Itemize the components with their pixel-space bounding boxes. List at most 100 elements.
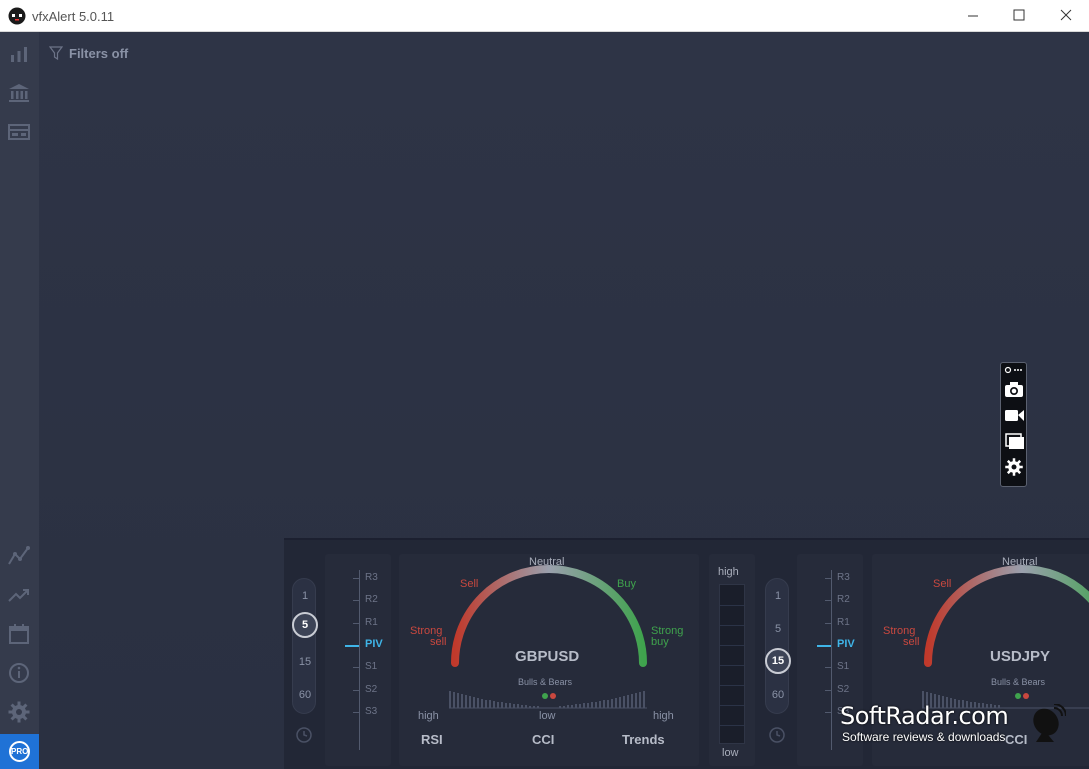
clock-icon[interactable] (295, 726, 313, 744)
volume-low-label: low (722, 747, 739, 759)
calendar-icon[interactable] (7, 622, 31, 646)
pivot-axis (359, 570, 360, 750)
pro-button[interactable]: PRO (0, 734, 39, 769)
filters-toggle[interactable]: Filters off (49, 44, 128, 62)
strong-buy-label-2: buy (651, 636, 669, 648)
timeframe-option[interactable]: 1 (293, 590, 317, 602)
pivot-levels-panel: R3 R2 R1 PIV S1 S2 S3 (325, 554, 391, 766)
timeframe-selected[interactable]: 5 (292, 612, 318, 638)
pivot-level-r1: R1 (365, 617, 378, 628)
clock-icon[interactable] (768, 726, 786, 744)
bull-marker (542, 693, 548, 699)
rsi-label: RSI (421, 732, 443, 747)
satellite-dish-icon (1033, 704, 1066, 742)
strong-sell-label-2: sell (430, 636, 447, 648)
title-bar: vfxAlert 5.0.11 (0, 0, 1089, 32)
cci-low-label: low (539, 710, 556, 722)
watermark: SoftRadar.com Software reviews & downloa… (840, 702, 1070, 748)
app-body: PRO Filters off 1 5 15 60 R3 R2 R1 PIV S… (0, 32, 1089, 769)
pivot-level-r3: R3 (365, 572, 378, 583)
gear-icon[interactable] (7, 700, 31, 724)
timeframe-option[interactable]: 60 (293, 689, 317, 701)
pivot-current-marker (817, 645, 831, 647)
bulls-bears-label: Bulls & Bears (518, 677, 573, 687)
bank-icon[interactable] (7, 81, 31, 105)
windows-icon[interactable] (1003, 431, 1025, 451)
gauge-panel-gbpusd[interactable]: Neutral Sell Buy Strong sell Strong buy … (399, 554, 699, 766)
pivot-level-r1: R1 (837, 617, 850, 628)
main-area: Filters off 1 5 15 60 R3 R2 R1 PIV S1 S2… (39, 32, 1089, 769)
volume-grid (720, 705, 744, 706)
maximize-button[interactable] (996, 0, 1042, 32)
pivot-level-r2: R2 (837, 594, 850, 605)
sell-label: Sell (460, 578, 479, 590)
pivot-level-r2: R2 (365, 594, 378, 605)
timeframe-option[interactable]: 5 (766, 623, 790, 635)
pro-badge: PRO (9, 741, 30, 762)
pivot-tick (353, 600, 359, 601)
timeframe-selected[interactable]: 15 (765, 648, 791, 674)
pivot-tick (825, 667, 831, 668)
pivot-tick (825, 712, 831, 713)
bar-chart-icon[interactable] (7, 42, 31, 66)
app-logo-icon (8, 7, 26, 25)
pivot-level-r3: R3 (837, 572, 850, 583)
pivot-tick (825, 690, 831, 691)
trends-label: Trends (622, 732, 665, 747)
buy-label: Buy (617, 578, 636, 590)
volume-grid (720, 605, 744, 606)
video-icon[interactable] (1003, 405, 1025, 425)
bear-marker (550, 693, 556, 699)
neutral-label: Neutral (1002, 556, 1038, 568)
pivot-tick (353, 667, 359, 668)
link-icon[interactable] (1004, 366, 1024, 374)
volume-panel: high low (709, 554, 755, 766)
minimize-icon (968, 15, 978, 17)
pivot-tick (825, 623, 831, 624)
timeframe-option[interactable]: 15 (293, 656, 317, 668)
pivot-level-piv: PIV (365, 638, 383, 650)
pivot-level-piv: PIV (837, 638, 855, 650)
rsi-high-label: high (418, 710, 439, 722)
close-icon (1060, 9, 1072, 21)
timeframe-slider[interactable]: 1 5 15 60 (292, 578, 318, 714)
trend-icon[interactable] (7, 583, 31, 607)
pivot-tick (825, 578, 831, 579)
close-button[interactable] (1043, 0, 1089, 32)
timeframe-option[interactable]: 60 (766, 689, 790, 701)
filters-label: Filters off (69, 45, 129, 61)
minimize-button[interactable] (950, 0, 996, 32)
pivot-tick (353, 690, 359, 691)
cci-label: CCI (532, 732, 555, 747)
info-icon[interactable] (7, 661, 31, 685)
neutral-label: Neutral (529, 556, 565, 568)
pivot-tick (353, 712, 359, 713)
pivot-axis (831, 570, 832, 750)
symbol-label: GBPUSD (515, 648, 580, 665)
filter-icon (49, 46, 63, 60)
bull-marker (1015, 693, 1021, 699)
pivot-level-s1: S1 (837, 661, 850, 672)
pivot-level-s3: S3 (365, 706, 378, 717)
timeframe-option[interactable]: 1 (766, 590, 790, 602)
trends-high-label: high (653, 710, 674, 722)
bulls-bears-bars (449, 691, 645, 708)
tool-panel (1000, 362, 1027, 487)
watermark-title: SoftRadar.com (840, 702, 1009, 730)
volume-bar (719, 584, 745, 744)
volume-grid (720, 645, 744, 646)
pivot-current-marker (345, 645, 359, 647)
camera-icon[interactable] (1003, 379, 1025, 399)
pivot-level-s2: S2 (837, 684, 850, 695)
dashboard-icon[interactable] (7, 120, 31, 144)
gear-icon[interactable] (1003, 457, 1025, 477)
watermark-subtitle: Software reviews & downloads (842, 730, 1006, 744)
volume-grid (720, 625, 744, 626)
timeframe-slider[interactable]: 1 5 15 60 (765, 578, 791, 714)
maximize-icon (1013, 9, 1025, 21)
pivot-tick (353, 578, 359, 579)
line-chart-icon[interactable] (7, 544, 31, 568)
pivot-level-s1: S1 (365, 661, 378, 672)
volume-grid (720, 685, 744, 686)
bear-marker (1023, 693, 1029, 699)
